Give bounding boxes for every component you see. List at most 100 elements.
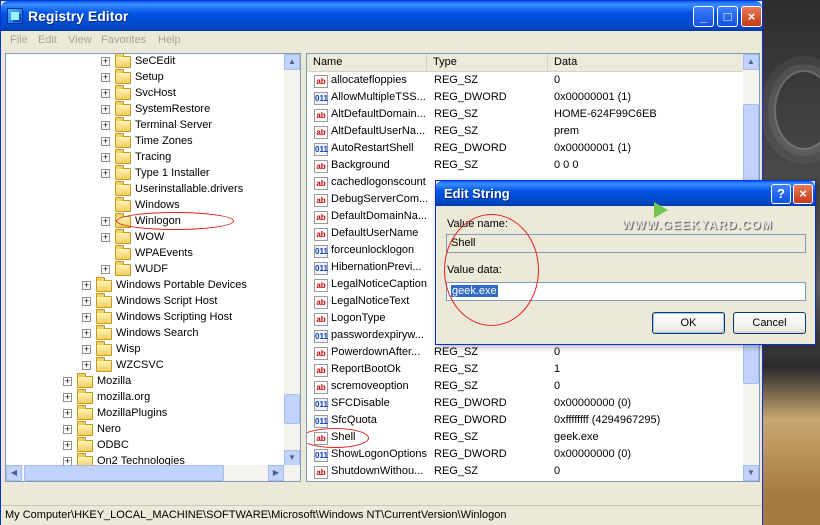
tree-item[interactable]: Userinstallable.drivers [6, 181, 286, 198]
cancel-button[interactable]: Cancel [733, 312, 806, 334]
value-row[interactable]: ab ShutdownWithou... REG_SZ 0 [307, 464, 745, 481]
expand-plus-icon[interactable]: + [101, 169, 110, 178]
column-type[interactable]: Type [427, 54, 548, 72]
menu-favorites[interactable]: Favorites [101, 34, 146, 46]
value-row[interactable]: ab Shell REG_SZ geek.exe [307, 430, 745, 447]
value-row[interactable]: ab AltDefaultUserNa... REG_SZ prem [307, 124, 745, 141]
pane-splitter[interactable] [301, 53, 305, 482]
value-data: prem [554, 125, 580, 137]
scroll-up-arrow-icon[interactable]: ▲ [284, 54, 300, 70]
expand-plus-icon[interactable]: + [82, 361, 91, 370]
tree-item[interactable]: + WOW [6, 229, 286, 246]
expand-plus-icon[interactable]: + [82, 329, 91, 338]
list-scroll-up-arrow-icon[interactable]: ▲ [743, 54, 759, 70]
tree-item[interactable]: + Type 1 Installer [6, 165, 286, 182]
menu-edit[interactable]: Edit [38, 34, 57, 46]
value-row[interactable]: ab Background REG_SZ 0 0 0 [307, 158, 745, 175]
binary-value-icon: 011 [314, 330, 328, 343]
value-row[interactable]: ab AltDefaultDomain... REG_SZ HOME-624F99C6… [307, 107, 745, 124]
tree-item[interactable]: + Setup [6, 69, 286, 86]
value-row[interactable]: ab ReportBootOk REG_SZ 1 [307, 362, 745, 379]
tree-item[interactable]: WPAEvents [6, 245, 286, 262]
menu-file[interactable]: File [10, 34, 28, 46]
expand-plus-icon[interactable]: + [63, 409, 72, 418]
tree-item[interactable]: + Wisp [6, 341, 286, 358]
tree-item[interactable]: + Mozilla [6, 373, 286, 390]
tree-item[interactable]: + Windows Portable Devices [6, 277, 286, 294]
expand-plus-icon[interactable]: + [101, 57, 110, 66]
column-data[interactable]: Data [548, 54, 745, 72]
expand-plus-icon[interactable]: + [101, 73, 110, 82]
tree-item[interactable]: + SvcHost [6, 85, 286, 102]
hscroll-thumb[interactable] [24, 465, 224, 481]
value-name: allocatefloppies [331, 74, 407, 86]
ok-button[interactable]: OK [652, 312, 725, 334]
tree-item[interactable]: + mozilla.org [6, 389, 286, 406]
dialog-close-button[interactable]: × [793, 184, 813, 204]
expand-plus-icon[interactable]: + [63, 393, 72, 402]
tree-vertical-scrollbar[interactable]: ▲ ▼ [284, 54, 300, 466]
expand-plus-icon[interactable]: + [82, 281, 91, 290]
scroll-down-arrow-icon[interactable]: ▼ [284, 450, 300, 466]
expand-plus-icon[interactable]: + [82, 345, 91, 354]
registry-key-tree[interactable]: + SeCEdit + Setup + SvcHost + SystemRestore + Ter… [5, 53, 301, 482]
maximize-button[interactable]: □ [717, 6, 738, 27]
value-row[interactable]: ab PowerdownAfter... REG_SZ 0 [307, 345, 745, 362]
scroll-left-arrow-icon[interactable]: ◀ [6, 465, 22, 481]
expand-plus-icon[interactable]: + [82, 313, 91, 322]
registry-app-icon [7, 8, 23, 24]
expand-plus-icon[interactable]: + [101, 265, 110, 274]
expand-plus-icon[interactable]: + [101, 105, 110, 114]
tree-item[interactable]: + Terminal Server [6, 117, 286, 134]
tree-item[interactable]: + ODBC [6, 437, 286, 454]
tree-item[interactable]: + Time Zones [6, 133, 286, 150]
expand-plus-icon[interactable]: + [63, 425, 72, 434]
expand-plus-icon[interactable]: + [82, 297, 91, 306]
expand-plus-icon[interactable]: + [101, 217, 110, 226]
tree-item[interactable]: + Windows Script Host [6, 293, 286, 310]
expand-plus-icon[interactable]: + [101, 121, 110, 130]
list-scroll-down-arrow-icon[interactable]: ▼ [743, 465, 759, 481]
value-row[interactable]: 011 SFCDisable REG_DWORD 0x00000000 (0) [307, 396, 745, 413]
value-name: LegalNoticeCaption [331, 278, 427, 290]
tree-item[interactable]: + WZCSVC [6, 357, 286, 374]
tree-horizontal-scrollbar[interactable]: ◀ ▶ [6, 465, 300, 481]
tree-item[interactable]: + SeCEdit [6, 54, 286, 70]
menu-view[interactable]: View [68, 34, 92, 46]
value-row[interactable]: 011 ShowLogonOptions REG_DWORD 0x00000000 (… [307, 447, 745, 464]
expand-plus-icon[interactable]: + [63, 441, 72, 450]
binary-value-icon: 011 [314, 245, 328, 258]
close-button[interactable]: × [741, 6, 762, 27]
tree-item[interactable]: + Windows Search [6, 325, 286, 342]
value-row[interactable]: ab allocatefloppies REG_SZ 0 [307, 73, 745, 90]
expand-plus-icon[interactable]: + [101, 153, 110, 162]
value-row[interactable]: 011 AllowMultipleTSS... REG_DWORD 0x0000000… [307, 90, 745, 107]
expand-plus-icon[interactable]: + [101, 137, 110, 146]
tree-item[interactable]: + MozillaPlugins [6, 405, 286, 422]
tree-item[interactable]: + Windows Scripting Host [6, 309, 286, 326]
folder-icon [115, 197, 131, 212]
value-row[interactable]: 011 AutoRestartShell REG_DWORD 0x00000001 (… [307, 141, 745, 158]
tree-item[interactable]: + SystemRestore [6, 101, 286, 118]
watermark-text: WWW.GEEKYARD.COM [622, 218, 773, 232]
scroll-right-arrow-icon[interactable]: ▶ [268, 465, 284, 481]
value-row[interactable]: ab scremoveoption REG_SZ 0 [307, 379, 745, 396]
tree-item[interactable]: Windows [6, 197, 286, 214]
column-name[interactable]: Name [307, 54, 427, 72]
title-bar[interactable]: Registry Editor _ □ × [1, 1, 762, 31]
minimize-button[interactable]: _ [693, 6, 714, 27]
tree-item-label: Setup [135, 71, 164, 83]
dialog-title-bar[interactable]: Edit String ? × [436, 181, 815, 206]
expand-plus-icon[interactable]: + [101, 89, 110, 98]
folder-icon [96, 277, 112, 292]
expand-plus-icon[interactable]: + [101, 233, 110, 242]
tree-item[interactable]: + Nero [6, 421, 286, 438]
tree-item[interactable]: + Tracing [6, 149, 286, 166]
dialog-help-button[interactable]: ? [771, 184, 791, 204]
menu-help[interactable]: Help [158, 34, 181, 46]
expand-plus-icon[interactable]: + [63, 377, 72, 386]
value-row[interactable]: 011 SfcQuota REG_DWORD 0xffffffff (42949672… [307, 413, 745, 430]
tree-item[interactable]: + WUDF [6, 261, 286, 278]
value-data: 0 [554, 346, 561, 358]
scroll-thumb[interactable] [284, 394, 300, 424]
